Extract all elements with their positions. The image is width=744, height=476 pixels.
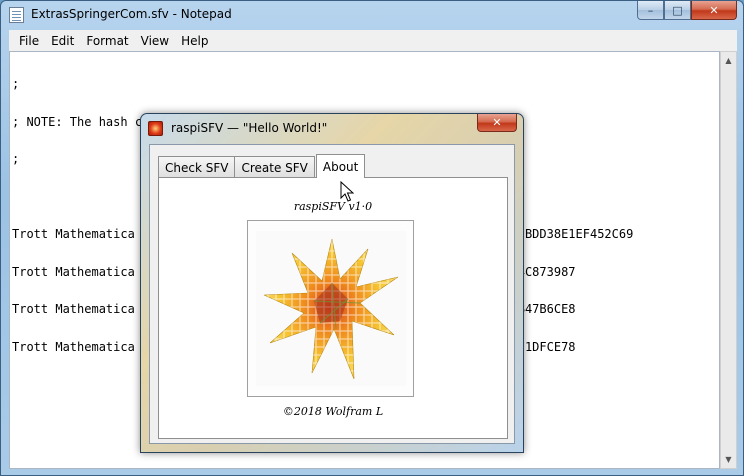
dialog-title: raspiSFV — "Hello World!" — [171, 121, 328, 135]
tab-strip: Check SFV Create SFV About — [158, 154, 366, 178]
vertical-scrollbar[interactable]: ▲ ▼ — [720, 51, 737, 469]
logo-frame — [247, 220, 414, 397]
minimize-icon: – — [647, 3, 654, 17]
raspisfv-app-icon[interactable] — [148, 121, 163, 136]
dialog-client-area: Check SFV Create SFV About raspiSFV v1·0 — [149, 144, 515, 444]
tab-create-sfv[interactable]: Create SFV — [234, 156, 315, 178]
raspisfv-dialog: raspiSFV — "Hello World!" ✕ Check SFV Cr… — [140, 113, 524, 453]
close-button[interactable]: ✕ — [691, 1, 737, 20]
menu-view[interactable]: View — [135, 34, 175, 48]
menu-help[interactable]: Help — [175, 34, 214, 48]
tab-about[interactable]: About — [315, 154, 366, 178]
close-icon: ✕ — [492, 116, 502, 129]
notepad-caption-buttons: – □ ✕ — [637, 1, 737, 21]
about-panel: raspiSFV v1·0 ©2018 Wolfram L — [158, 177, 508, 439]
scroll-up-arrow-icon[interactable]: ▲ — [721, 52, 736, 69]
mouse-cursor-icon — [340, 181, 354, 202]
star-logo-icon — [263, 238, 399, 380]
about-copyright: ©2018 Wolfram L — [282, 405, 384, 418]
maximize-button[interactable]: □ — [664, 1, 691, 20]
notepad-titlebar[interactable]: ExtrasSpringerCom.sfv - Notepad – □ ✕ — [1, 1, 743, 29]
about-version: raspiSFV v1·0 — [293, 200, 373, 213]
tab-check-sfv[interactable]: Check SFV — [158, 156, 236, 178]
minimize-button[interactable]: – — [637, 1, 664, 20]
notepad-app-icon[interactable] — [9, 7, 24, 23]
scroll-down-arrow-icon[interactable]: ▼ — [721, 451, 736, 468]
dialog-titlebar[interactable]: raspiSFV — "Hello World!" ✕ — [141, 114, 523, 142]
menu-format[interactable]: Format — [80, 34, 134, 48]
dialog-close-button[interactable]: ✕ — [477, 114, 517, 132]
notepad-menubar: File Edit Format View Help — [9, 30, 737, 51]
menu-file[interactable]: File — [13, 34, 45, 48]
close-icon: ✕ — [709, 3, 719, 17]
menu-edit[interactable]: Edit — [45, 34, 80, 48]
maximize-icon: □ — [672, 3, 683, 17]
logo-image — [256, 231, 406, 386]
text-line: ; — [12, 77, 20, 91]
notepad-window-title: ExtrasSpringerCom.sfv - Notepad — [31, 7, 232, 21]
